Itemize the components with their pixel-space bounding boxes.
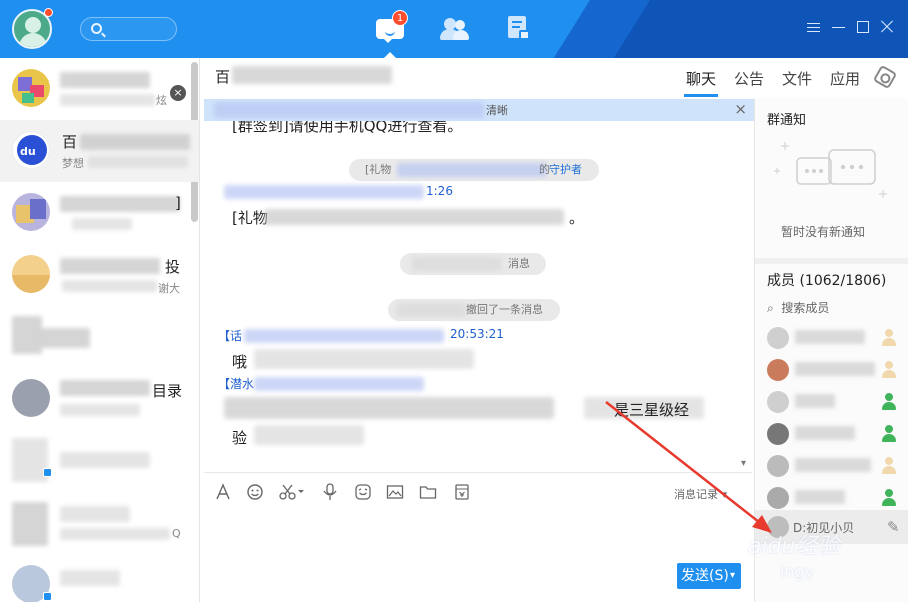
close-notice-icon[interactable]: × (734, 100, 747, 118)
conversation-item[interactable]: 投 谢大 (0, 244, 199, 306)
toolbar-divider (204, 472, 752, 473)
message-area[interactable]: [群签到]请使用手机QQ进行查看。 [礼物 的 守护者 1:26 [礼物 。 消… (204, 121, 752, 471)
member-role-icon (881, 425, 897, 443)
active-tab-caret (383, 52, 397, 59)
conversation-item[interactable]: du 百 梦想 (0, 120, 199, 182)
member-role-icon (881, 329, 897, 347)
search-icon: ⌕ (767, 301, 774, 315)
message-text: 。 (569, 209, 585, 227)
watermark: aidu经验 ingy (720, 520, 880, 590)
search-input[interactable] (80, 17, 177, 41)
top-bar: 1 (0, 0, 908, 58)
sticker-icon[interactable] (354, 483, 372, 501)
system-message: 撤回了一条消息 (388, 299, 560, 321)
conversation-item[interactable]: Q (0, 492, 199, 554)
conversation-item[interactable]: 目录 (0, 368, 199, 430)
conversation-avatar (12, 379, 50, 417)
empty-notice-text: 暂时没有新通知 (781, 225, 866, 239)
maximize-button[interactable] (857, 21, 869, 33)
tab-file[interactable]: 文件 (782, 68, 812, 89)
conversation-avatar (12, 69, 50, 107)
image-icon[interactable] (386, 483, 404, 501)
conversation-snippet: 炫 (156, 94, 167, 107)
baidu-avatar: du (12, 131, 50, 169)
tab-chat-underline (684, 94, 718, 97)
conversation-list[interactable]: 炫 × du 百 梦想 ] 投 谢大 目录 Q (0, 58, 200, 602)
member-row[interactable] (755, 322, 908, 354)
member-row[interactable] (755, 450, 908, 482)
panel-divider (755, 258, 908, 264)
conversation-avatar (12, 193, 50, 231)
font-icon[interactable] (214, 483, 232, 501)
tab-chat[interactable]: 聊天 (686, 68, 716, 89)
member-row[interactable] (755, 354, 908, 386)
notice-bar[interactable]: 清晰 × (204, 99, 754, 121)
conversation-item[interactable] (0, 306, 199, 368)
message-history-button[interactable]: 消息记录 ▾ (674, 486, 727, 502)
edit-pencil-icon[interactable]: ✎ (887, 518, 900, 536)
message-text: [礼物 (232, 209, 268, 227)
member-search[interactable]: ⌕ 搜索成员 (767, 299, 829, 316)
conversation-item[interactable] (0, 430, 199, 492)
tab-notice[interactable]: 公告 (734, 68, 764, 89)
member-row[interactable] (755, 386, 908, 418)
message-badge: 1 (392, 10, 408, 26)
conversation-snippet: 谢大 (158, 282, 180, 295)
group-notice-title: 群通知 (767, 113, 807, 128)
conversation-name-tail: 目录 (152, 382, 183, 400)
conversation-name-tail: 投 (165, 258, 181, 276)
settings-icon[interactable] (872, 64, 898, 90)
status-dot (44, 8, 53, 17)
sender-time: 1:26 (426, 184, 453, 198)
tab-app[interactable]: 应用 (830, 68, 860, 89)
member-role-icon (881, 457, 897, 475)
member-row[interactable] (755, 418, 908, 450)
sender-name: 【话 (218, 329, 243, 343)
watermark-sub: ingy (780, 562, 815, 581)
member-role-icon (881, 489, 897, 507)
close-button[interactable] (880, 20, 894, 34)
watermark-brand: aidu经验 (748, 534, 840, 559)
conversation-item[interactable]: ] (0, 182, 199, 244)
empty-notice-illustration-icon (774, 142, 887, 198)
close-conversation-icon[interactable]: × (170, 85, 186, 101)
conversation-name: 百 (62, 133, 78, 151)
emoji-icon[interactable] (246, 483, 264, 501)
menu-button[interactable] (807, 20, 821, 34)
system-message: 消息 (400, 253, 546, 275)
folder-icon[interactable] (419, 483, 437, 501)
conversation-avatar (12, 255, 50, 293)
member-role-icon (881, 393, 897, 411)
documents-tab[interactable] (505, 16, 535, 42)
conversation-name-tail: ] (175, 194, 181, 212)
system-message-link[interactable]: 守护者 (549, 159, 582, 181)
contacts-tab[interactable] (440, 16, 470, 42)
red-packet-icon[interactable] (454, 483, 470, 501)
minimize-button[interactable] (832, 20, 846, 34)
conversation-snippet: Q (172, 527, 181, 540)
message-text: 是三星级经 (614, 401, 690, 419)
message-text: 哦 (232, 353, 248, 371)
message-text: 验 (232, 429, 248, 447)
conversation-snippet: 梦想 (62, 157, 84, 170)
chat-title: 百 (215, 68, 231, 86)
conversation-item[interactable] (0, 554, 199, 602)
screenshot-scissors-icon[interactable] (278, 483, 306, 501)
search-icon (91, 23, 102, 34)
member-role-icon (881, 361, 897, 379)
voice-icon[interactable] (322, 483, 338, 501)
sender-name: 【潜水 (218, 377, 255, 391)
message-text: [群签到]请使用手机QQ进行查看。 (232, 121, 463, 135)
member-count: 成员 (1062/1806) (767, 273, 887, 289)
conversation-item[interactable]: 炫 × (0, 58, 199, 120)
scroll-down-icon[interactable]: ▾ (741, 458, 746, 469)
notice-text: 清晰 (486, 104, 508, 117)
system-message: [礼物 的 守护者 (349, 159, 599, 181)
sender-time: 20:53:21 (450, 327, 504, 341)
